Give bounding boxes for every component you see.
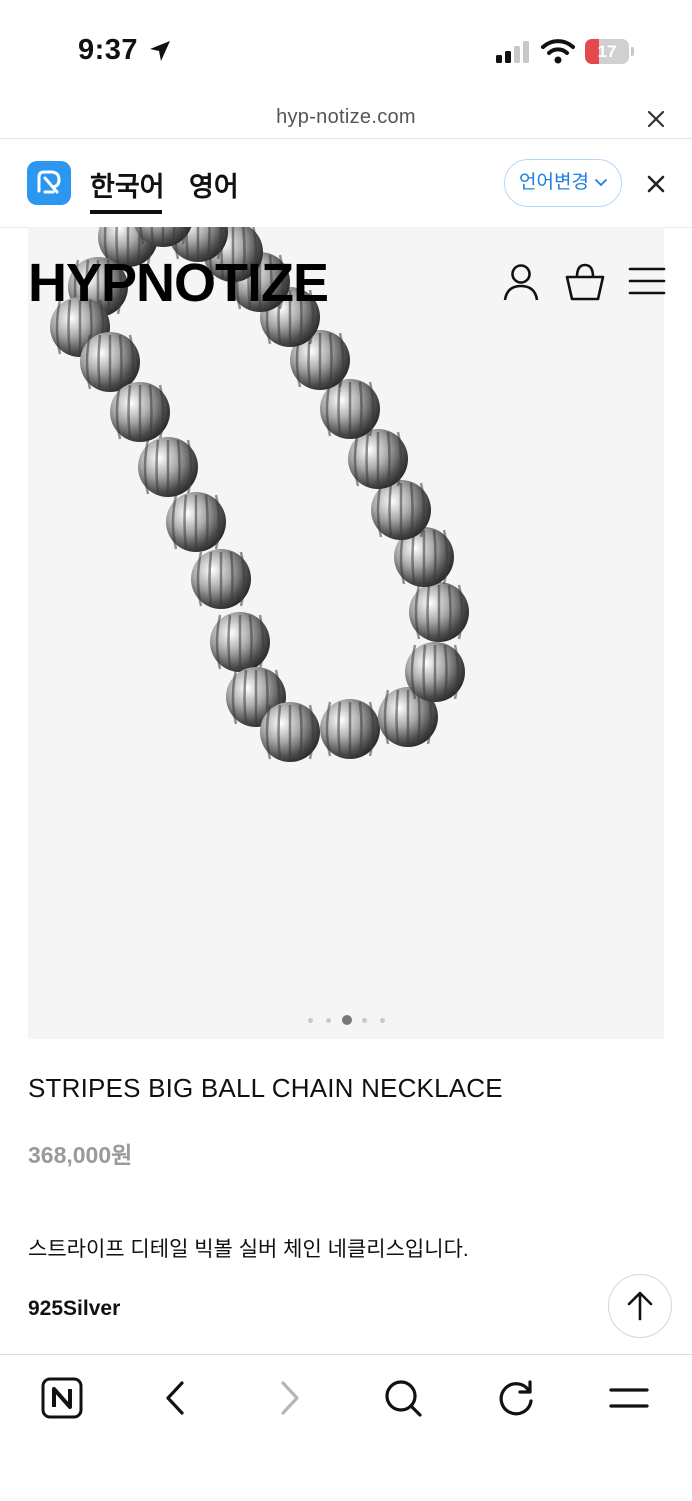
location-arrow-icon (150, 41, 170, 61)
refresh-icon[interactable] (495, 1377, 537, 1419)
product-material: 925Silver (28, 1297, 121, 1320)
url-text[interactable]: hyp-notize.com (0, 106, 692, 129)
product-price: 368,000원 (28, 1142, 133, 1168)
gallery-dot[interactable] (362, 1018, 367, 1023)
site-logo[interactable]: HYPNOTIZE (28, 252, 329, 314)
product-name: STRIPES BIG BALL CHAIN NECKLACE (28, 1073, 503, 1103)
gallery-dot[interactable] (380, 1018, 385, 1023)
chevron-left-icon[interactable] (155, 1377, 197, 1419)
active-tab-indicator (90, 210, 162, 214)
menu-icon[interactable] (608, 1377, 650, 1419)
chevron-right-icon[interactable] (268, 1377, 310, 1419)
status-time: 9:37 (78, 34, 139, 66)
user-icon[interactable] (501, 262, 541, 302)
necklace-illustration (50, 227, 469, 762)
gallery-dot[interactable] (342, 1015, 352, 1025)
naver-n-icon[interactable] (41, 1377, 83, 1419)
gallery-dot[interactable] (308, 1018, 313, 1023)
scroll-to-top-button[interactable] (608, 1274, 672, 1338)
tab-english[interactable]: 영어 (189, 165, 239, 204)
battery-icon: 17 (585, 39, 635, 64)
search-icon[interactable] (382, 1377, 424, 1419)
arrow-up-icon (627, 1291, 653, 1321)
gallery-pagination (300, 1012, 390, 1028)
close-icon[interactable] (645, 108, 667, 130)
product-image[interactable] (28, 227, 664, 1039)
cellular-signal-icon (496, 41, 529, 63)
browser-toolbar (0, 1354, 692, 1501)
battery-level: 17 (597, 42, 617, 61)
url-bar[interactable]: hyp-notize.com (0, 98, 692, 139)
change-language-button[interactable]: 언어변경 (504, 159, 622, 207)
papago-logo-icon (27, 161, 71, 205)
translate-bar: 한국어 영어 언어변경 (0, 139, 692, 228)
change-language-label: 언어변경 (519, 172, 589, 193)
wifi-icon (541, 39, 575, 64)
status-bar: 9:37 17 (0, 0, 692, 98)
product-description: 스트라이프 디테일 빅볼 실버 체인 네클리스입니다. (28, 1238, 469, 1261)
chevron-down-icon (595, 179, 607, 187)
tab-korean[interactable]: 한국어 (90, 165, 165, 204)
hamburger-menu-icon[interactable] (628, 266, 666, 296)
gallery-dot[interactable] (326, 1018, 331, 1023)
shopping-bag-icon[interactable] (564, 262, 606, 302)
close-translate-icon[interactable] (645, 173, 667, 195)
